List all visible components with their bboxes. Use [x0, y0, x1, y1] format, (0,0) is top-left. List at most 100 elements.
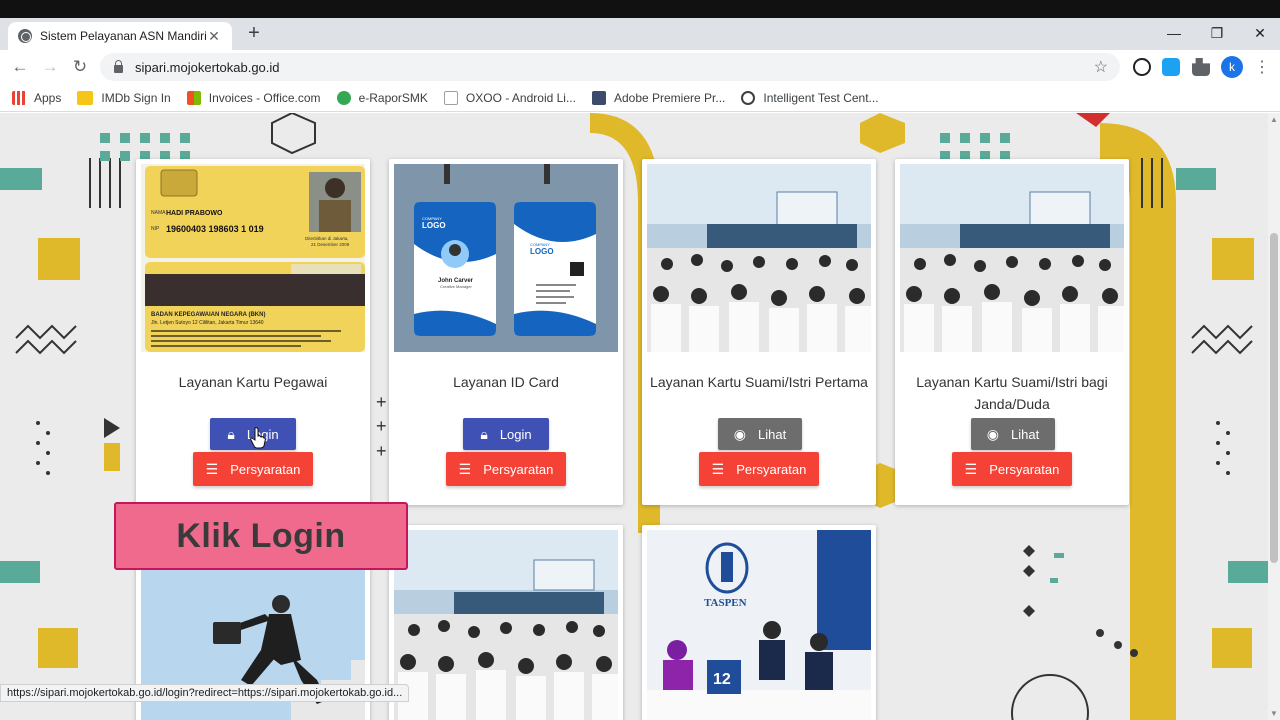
klik-login-annotation: Klik Login	[114, 502, 408, 570]
imdb-icon	[77, 90, 94, 105]
persyaratan-button[interactable]: ☰ Persyaratan	[193, 452, 313, 486]
svg-text:+: +	[376, 441, 387, 461]
bookmark-oxoo[interactable]: OXOO - Android Li...	[443, 90, 576, 105]
office-icon	[186, 90, 201, 105]
browser-tab[interactable]: Sistem Pelayanan ASN Mandiri ✕	[8, 22, 232, 50]
card-nip: 19600403 198603 1 019	[166, 224, 264, 234]
card-title: Layanan Kartu Suami/Istri Pertama	[650, 374, 868, 390]
svg-text:+: +	[376, 392, 387, 412]
taspen-logo-text: TASPEN	[704, 597, 747, 609]
svg-text:21 Desember 2009: 21 Desember 2009	[311, 242, 350, 247]
bookmark-apps[interactable]: Apps	[12, 90, 61, 105]
window-close-icon[interactable]: ✕	[1248, 22, 1272, 44]
card-title: Layanan Kartu Pegawai	[178, 374, 328, 390]
seminar-hall-photo	[394, 530, 618, 720]
lock-icon: 🔒︎	[227, 425, 235, 442]
counter-number: 12	[713, 671, 731, 688]
extensions-puzzle-icon[interactable]	[1192, 58, 1210, 76]
badge-illustration: COMPANY LOGO John Carver Creative Manage…	[394, 164, 618, 352]
globe-icon	[741, 90, 756, 105]
persyaratan-button[interactable]: ☰ Persyaratan	[446, 452, 566, 486]
id-card-illustration: NAMA NIP HADI PRABOWO 19600403 198603 1 …	[141, 164, 365, 352]
browser-toolbar: ← → ↻ sipari.mojokertokab.go.id ☆ k ⋮	[0, 50, 1280, 84]
persyaratan-button[interactable]: ☰ Persyaratan	[699, 452, 819, 486]
list-icon: ☰	[205, 460, 219, 477]
svg-text:Diterbitkan di Jakarta,: Diterbitkan di Jakarta,	[305, 236, 349, 241]
id-card-image: COMPANY LOGO John Carver Creative Manage…	[394, 164, 618, 352]
page-scrollbar[interactable]: ▲ ▼	[1268, 113, 1280, 720]
bookmark-test-center[interactable]: Intelligent Test Cent...	[741, 90, 879, 105]
bookmark-imdb[interactable]: IMDb Sign In	[77, 90, 171, 105]
bookmark-star-icon[interactable]: ☆	[1094, 57, 1108, 77]
minimize-icon[interactable]: —	[1162, 22, 1186, 44]
status-bar-url: https://sipari.mojokertokab.go.id/login?…	[0, 684, 410, 702]
svg-text:Creative Manager: Creative Manager	[440, 284, 472, 289]
card-row2-2	[389, 525, 623, 720]
hall-photo	[647, 164, 871, 352]
lock-icon	[114, 60, 123, 73]
card-holder-name: HADI PRABOWO	[166, 210, 223, 217]
svg-text:LOGO: LOGO	[530, 247, 554, 256]
address-bar[interactable]: sipari.mojokertokab.go.id ☆	[100, 53, 1120, 81]
tab-strip: Sistem Pelayanan ASN Mandiri ✕ + — ❐ ✕	[0, 18, 1280, 50]
svg-text:NAMA: NAMA	[151, 210, 166, 216]
card-row2-3: TASPEN 12	[642, 525, 876, 720]
taspen-office-photo: TASPEN 12	[647, 530, 871, 720]
hand-cursor-icon	[250, 427, 266, 449]
hall-photo	[394, 530, 618, 720]
eye-icon: ◉	[733, 425, 746, 442]
card-kartu-janda-duda: Layanan Kartu Suami/Istri bagi Janda/Dud…	[895, 159, 1129, 505]
card-kartu-suami-istri-pertama: Layanan Kartu Suami/Istri Pertama ◉ Lihat…	[642, 159, 876, 505]
bookmark-erapor[interactable]: e-RaporSMK	[336, 90, 428, 105]
page-content: + + + NAMA NIP HADI PRABOWO 19600403 19860…	[0, 113, 1268, 720]
login-button[interactable]: 🔒︎ Login	[463, 418, 549, 450]
apps-grid-icon	[12, 90, 26, 105]
list-icon: ☰	[711, 460, 725, 477]
kartu-pegawai-image: NAMA NIP HADI PRABOWO 19600403 198603 1 …	[141, 164, 365, 352]
scroll-down-icon[interactable]: ▼	[1270, 709, 1278, 718]
card-id-card: COMPANY LOGO John Carver Creative Manage…	[389, 159, 623, 505]
scroll-up-icon[interactable]: ▲	[1270, 115, 1278, 124]
bookmark-office[interactable]: Invoices - Office.com	[186, 90, 321, 105]
extension-shield-icon[interactable]	[1162, 58, 1180, 76]
svg-text:NIP: NIP	[151, 226, 160, 232]
url-text: sipari.mojokertokab.go.id	[135, 59, 280, 75]
svg-text:+: +	[376, 416, 387, 436]
forward-icon[interactable]: →	[39, 56, 61, 78]
tab-close-icon[interactable]: ✕	[206, 28, 222, 45]
seminar-hall-photo	[647, 164, 871, 352]
back-icon[interactable]: ←	[9, 56, 31, 78]
card-title: Layanan ID Card	[453, 374, 559, 390]
list-icon: ☰	[964, 460, 978, 477]
eye-icon: ◉	[986, 425, 999, 442]
scrollbar-thumb[interactable]	[1270, 233, 1278, 563]
lihat-button[interactable]: ◉ Lihat	[718, 418, 802, 450]
seminar-hall-photo	[900, 164, 1124, 352]
lock-icon: 🔒︎	[480, 425, 488, 442]
new-tab-button[interactable]: +	[244, 23, 264, 44]
lihat-button[interactable]: ◉ Lihat	[971, 418, 1055, 450]
profile-avatar[interactable]: k	[1221, 56, 1243, 78]
svg-text:Jln. Letjen Sutoyo 12 Cililita: Jln. Letjen Sutoyo 12 Cililitan, Jakarta…	[151, 320, 264, 326]
svg-text:BADAN KEPEGAWAIAN NEGARA (BKN): BADAN KEPEGAWAIAN NEGARA (BKN)	[151, 312, 265, 318]
premiere-icon	[591, 90, 606, 105]
screen-top-bar	[0, 0, 1280, 18]
card-title: Layanan Kartu Suami/Istri bagi Janda/Dud…	[916, 374, 1108, 412]
erapor-icon	[336, 90, 351, 105]
persyaratan-button[interactable]: ☰ Persyaratan	[952, 452, 1072, 486]
page-icon	[443, 90, 458, 105]
globe-icon	[18, 29, 32, 43]
bookmarks-bar: Apps IMDb Sign In Invoices - Office.com …	[0, 84, 1280, 112]
browser-menu-icon[interactable]: ⋮	[1254, 57, 1270, 77]
taspen-photo: TASPEN 12	[647, 530, 871, 720]
browser-window: Sistem Pelayanan ASN Mandiri ✕ + — ❐ ✕ ←…	[0, 0, 1280, 720]
reload-icon[interactable]: ↻	[69, 56, 91, 78]
tab-title: Sistem Pelayanan ASN Mandiri	[40, 29, 206, 43]
restore-icon[interactable]: ❐	[1205, 22, 1229, 44]
hall-photo	[900, 164, 1124, 352]
list-icon: ☰	[458, 460, 472, 477]
extension-icon[interactable]	[1133, 58, 1151, 76]
bookmark-premiere[interactable]: Adobe Premiere Pr...	[591, 90, 725, 105]
svg-text:LOGO: LOGO	[422, 221, 446, 230]
card-kartu-pegawai: NAMA NIP HADI PRABOWO 19600403 198603 1 …	[136, 159, 370, 505]
